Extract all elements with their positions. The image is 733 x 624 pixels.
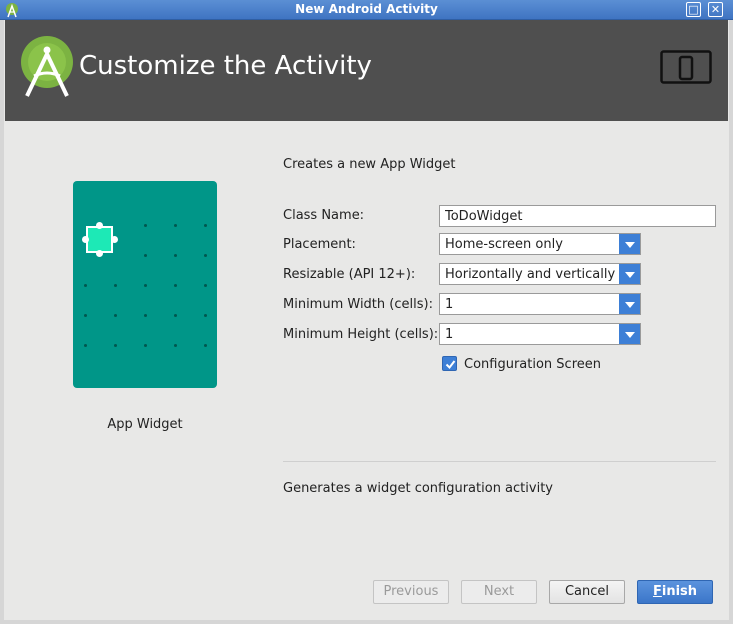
close-icon: ✕	[710, 3, 721, 16]
page-title: Customize the Activity	[79, 51, 372, 81]
resizable-value: Horizontally and vertically	[445, 267, 616, 282]
min-width-label: Minimum Width (cells):	[283, 297, 433, 312]
chevron-down-icon[interactable]	[619, 234, 640, 254]
min-width-value: 1	[445, 297, 454, 312]
preview-caption: App Widget	[107, 417, 183, 432]
chevron-down-icon[interactable]	[619, 264, 640, 284]
grid-dot	[84, 284, 87, 287]
android-studio-logo-icon	[21, 36, 73, 97]
resize-handle	[82, 236, 89, 243]
grid-dot	[204, 344, 207, 347]
template-description: Creates a new App Widget	[283, 157, 456, 172]
grid-dot	[174, 284, 177, 287]
grid-dot	[144, 284, 147, 287]
help-text: Generates a widget configuration activit…	[283, 481, 553, 496]
grid-dot	[174, 254, 177, 257]
min-height-value: 1	[445, 327, 454, 342]
close-button[interactable]: ✕	[708, 2, 723, 17]
placement-label: Placement:	[283, 237, 356, 252]
widget-cell	[86, 226, 113, 253]
maximize-button[interactable]: □	[686, 2, 701, 17]
grid-dot	[204, 314, 207, 317]
grid-dot	[174, 314, 177, 317]
grid-dot	[114, 284, 117, 287]
resize-handle	[111, 236, 118, 243]
title-bar: New Android Activity □ ✕	[0, 0, 733, 20]
finish-label: inish	[661, 584, 698, 599]
grid-dot	[204, 254, 207, 257]
grid-dot	[204, 224, 207, 227]
placement-select[interactable]: Home-screen only	[439, 233, 641, 255]
class-name-input[interactable]	[439, 205, 716, 227]
previous-button[interactable]: Previous	[373, 580, 449, 604]
grid-dot	[144, 344, 147, 347]
min-height-select[interactable]: 1	[439, 323, 641, 345]
widget-preview-image	[73, 181, 217, 388]
finish-mnemonic: F	[652, 584, 662, 599]
grid-dot	[174, 224, 177, 227]
next-button[interactable]: Next	[461, 580, 537, 604]
grid-dot	[204, 284, 207, 287]
grid-dot	[84, 344, 87, 347]
configuration-screen-checkbox[interactable]	[442, 356, 457, 371]
separator	[283, 461, 716, 462]
resize-handle	[96, 250, 103, 257]
device-form-factor-icon	[660, 50, 712, 84]
resize-handle	[96, 222, 103, 229]
grid-dot	[114, 344, 117, 347]
chevron-down-icon[interactable]	[619, 294, 640, 314]
maximize-icon: □	[688, 3, 699, 16]
placement-value: Home-screen only	[445, 237, 563, 252]
class-name-label: Class Name:	[283, 208, 365, 223]
grid-dot	[144, 254, 147, 257]
grid-dot	[114, 314, 117, 317]
finish-button[interactable]: Finish	[637, 580, 713, 604]
grid-dot	[84, 314, 87, 317]
cancel-button[interactable]: Cancel	[549, 580, 625, 604]
wizard-header: Customize the Activity	[5, 20, 728, 121]
resizable-label: Resizable (API 12+):	[283, 267, 416, 282]
grid-dot	[144, 224, 147, 227]
checkmark-icon	[445, 360, 456, 370]
window-title: New Android Activity	[295, 2, 438, 16]
resizable-select[interactable]: Horizontally and vertically	[439, 263, 641, 285]
chevron-down-icon[interactable]	[619, 324, 640, 344]
grid-dot	[174, 344, 177, 347]
configuration-screen-label[interactable]: Configuration Screen	[464, 357, 601, 372]
min-height-label: Minimum Height (cells):	[283, 327, 439, 342]
min-width-select[interactable]: 1	[439, 293, 641, 315]
grid-dot	[144, 314, 147, 317]
